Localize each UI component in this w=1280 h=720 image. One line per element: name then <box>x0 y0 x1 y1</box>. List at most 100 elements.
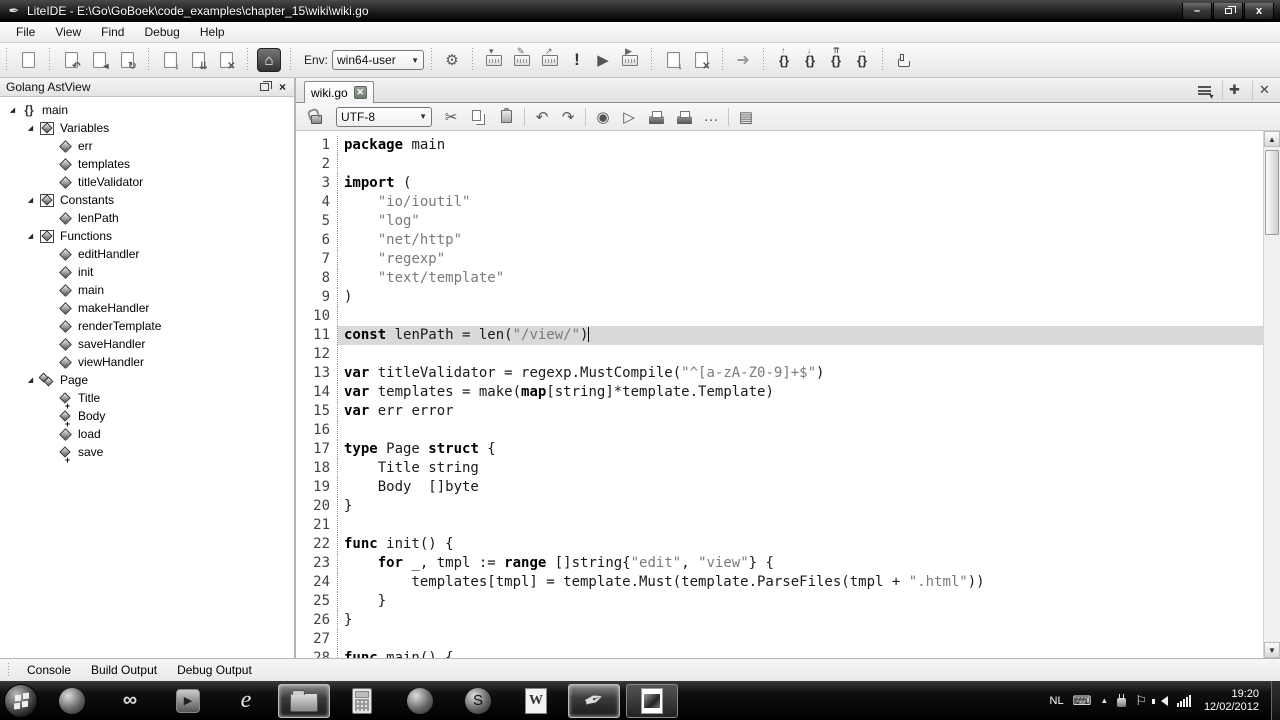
close-button[interactable]: x <box>1244 3 1274 20</box>
close-panel-icon[interactable]: × <box>279 81 286 93</box>
scroll-up-icon[interactable]: ▲ <box>1264 131 1280 147</box>
save-all-icon[interactable]: ⇊ <box>185 47 211 73</box>
save-file-icon[interactable]: ↓ <box>157 47 183 73</box>
tree-item-variables[interactable]: ◢Variables <box>0 119 294 137</box>
open-folder-icon[interactable]: ◂ <box>86 47 112 73</box>
export-doc-icon[interactable]: ↓ <box>660 47 686 73</box>
reload-file-icon[interactable]: ↻ <box>114 47 140 73</box>
stop-action-icon[interactable]: ! <box>565 48 589 72</box>
cut-icon[interactable]: ✂ <box>439 105 463 129</box>
toolbar-drag-handle[interactable] <box>4 48 9 72</box>
run-icon[interactable]: ▶ <box>591 48 615 72</box>
nav-forward-icon[interactable]: ➜ <box>731 48 755 72</box>
toolbar-drag-handle[interactable] <box>880 48 885 72</box>
menu-view[interactable]: View <box>45 23 91 41</box>
tree-item-main[interactable]: ◢{}main <box>0 101 294 119</box>
start-button[interactable] <box>4 684 38 718</box>
tab-close-icon[interactable]: ✕ <box>354 86 367 99</box>
scroll-down-icon[interactable]: ▼ <box>1264 642 1280 658</box>
play-macro-icon[interactable]: ▷ <box>617 105 641 129</box>
tree-item-savehandler[interactable]: saveHandler <box>0 335 294 353</box>
taskbar-item-word[interactable]: W <box>510 684 562 718</box>
unfold-all-icon[interactable]: {}→ <box>850 48 874 72</box>
print-preview-icon[interactable] <box>671 104 697 130</box>
unfold-block-icon[interactable]: {}↓ <box>798 48 822 72</box>
copy-icon[interactable] <box>465 104 491 130</box>
tree-item-body[interactable]: Body <box>0 407 294 425</box>
menu-help[interactable]: Help <box>190 23 235 41</box>
output-tab-console[interactable]: Console <box>17 660 81 680</box>
expander-icon[interactable]: ◢ <box>6 106 19 114</box>
volume-icon[interactable] <box>1156 696 1168 706</box>
new-file-icon[interactable] <box>15 47 41 73</box>
toolbar-drag-handle[interactable] <box>649 48 654 72</box>
build-and-run-icon[interactable]: ▶ <box>617 47 643 73</box>
taskbar-item-internet-explorer[interactable]: e <box>220 684 272 718</box>
close-doc-icon[interactable]: ✕ <box>688 47 714 73</box>
taskbar-item-calculator[interactable] <box>336 684 388 718</box>
expander-icon[interactable]: ◢ <box>24 196 37 204</box>
menu-find[interactable]: Find <box>91 23 134 41</box>
close-editor-icon[interactable]: ✕ <box>1252 80 1276 100</box>
expander-icon[interactable]: ◢ <box>24 376 37 384</box>
toolbar-drag-handle[interactable] <box>245 48 250 72</box>
vertical-scrollbar[interactable]: ▲ ▼ <box>1263 131 1280 658</box>
menu-file[interactable]: File <box>6 23 45 41</box>
redo-icon[interactable]: ↷ <box>556 105 580 129</box>
taskbar-item-expression[interactable]: ∞ <box>104 684 156 718</box>
toolbar-drag-handle[interactable] <box>288 48 293 72</box>
more-icon[interactable]: … <box>699 105 723 129</box>
encoding-combo[interactable]: UTF-8▼ <box>336 107 432 127</box>
split-add-icon[interactable]: ✚ <box>1222 80 1246 100</box>
toolbar-drag-handle[interactable] <box>470 48 475 72</box>
expander-icon[interactable]: ◢ <box>24 232 37 240</box>
taskbar-item-photo-viewer[interactable] <box>626 684 678 718</box>
build-rebuild-icon[interactable]: ↗ <box>537 47 563 73</box>
env-combo[interactable]: win64-user▼ <box>332 50 424 70</box>
tree-item-constants[interactable]: ◢Constants <box>0 191 294 209</box>
action-center-flag-icon[interactable]: ⚐ <box>1135 694 1147 707</box>
tree-item-rendertemplate[interactable]: renderTemplate <box>0 317 294 335</box>
tree-item-edithandler[interactable]: editHandler <box>0 245 294 263</box>
home-icon[interactable]: ⌂ <box>256 47 282 73</box>
readonly-lock-icon[interactable] <box>303 104 329 130</box>
language-indicator[interactable]: NL <box>1050 695 1064 707</box>
paste-icon[interactable] <box>493 104 519 130</box>
tree-item-lenpath[interactable]: lenPath <box>0 209 294 227</box>
expander-icon[interactable]: ◢ <box>24 124 37 132</box>
output-tab-debug-output[interactable]: Debug Output <box>167 660 262 680</box>
network-signal-icon[interactable] <box>1177 695 1191 707</box>
output-tab-build-output[interactable]: Build Output <box>81 660 167 680</box>
toolbar-drag-handle[interactable] <box>146 48 151 72</box>
tree-item-load[interactable]: load <box>0 425 294 443</box>
open-file-icon[interactable]: ↶ <box>58 47 84 73</box>
fold-block-icon[interactable]: {}↑ <box>772 48 796 72</box>
tree-item-page[interactable]: ◢Page <box>0 371 294 389</box>
taskbar-item-media-player[interactable]: ▶ <box>162 684 214 718</box>
toolbar-drag-handle[interactable] <box>429 48 434 72</box>
build-icon[interactable]: ▾ <box>481 47 507 73</box>
undo-icon[interactable]: ↶ <box>530 105 554 129</box>
toolbar-drag-handle[interactable] <box>761 48 766 72</box>
tree-item-title[interactable]: Title <box>0 389 294 407</box>
taskbar-item-liteide[interactable]: ✒ <box>568 684 620 718</box>
float-panel-icon[interactable] <box>260 83 269 91</box>
tree-item-viewhandler[interactable]: viewHandler <box>0 353 294 371</box>
close-file-icon[interactable]: ✕ <box>213 47 239 73</box>
tree-item-save[interactable]: save <box>0 443 294 461</box>
show-desktop-button[interactable] <box>1271 681 1280 720</box>
minimize-button[interactable]: – <box>1182 3 1212 20</box>
tree-item-functions[interactable]: ◢Functions <box>0 227 294 245</box>
tree-item-templates[interactable]: templates <box>0 155 294 173</box>
tab-list-icon[interactable] <box>1192 80 1216 100</box>
record-macro-icon[interactable]: ◉ <box>591 105 615 129</box>
tab-wiki-go[interactable]: wiki.go ✕ <box>304 81 374 103</box>
word-wrap-icon[interactable]: ▤ <box>734 105 758 129</box>
restore-button[interactable] <box>1213 3 1243 20</box>
tree-item-init[interactable]: init <box>0 263 294 281</box>
fold-all-icon[interactable]: {}⇈ <box>824 48 848 72</box>
taskbar-item-explorer[interactable] <box>278 684 330 718</box>
show-hidden-icons[interactable]: ▲ <box>1100 696 1108 705</box>
pan-hand-icon[interactable] <box>891 47 917 73</box>
keyboard-icon[interactable]: ⌨ <box>1073 694 1092 707</box>
